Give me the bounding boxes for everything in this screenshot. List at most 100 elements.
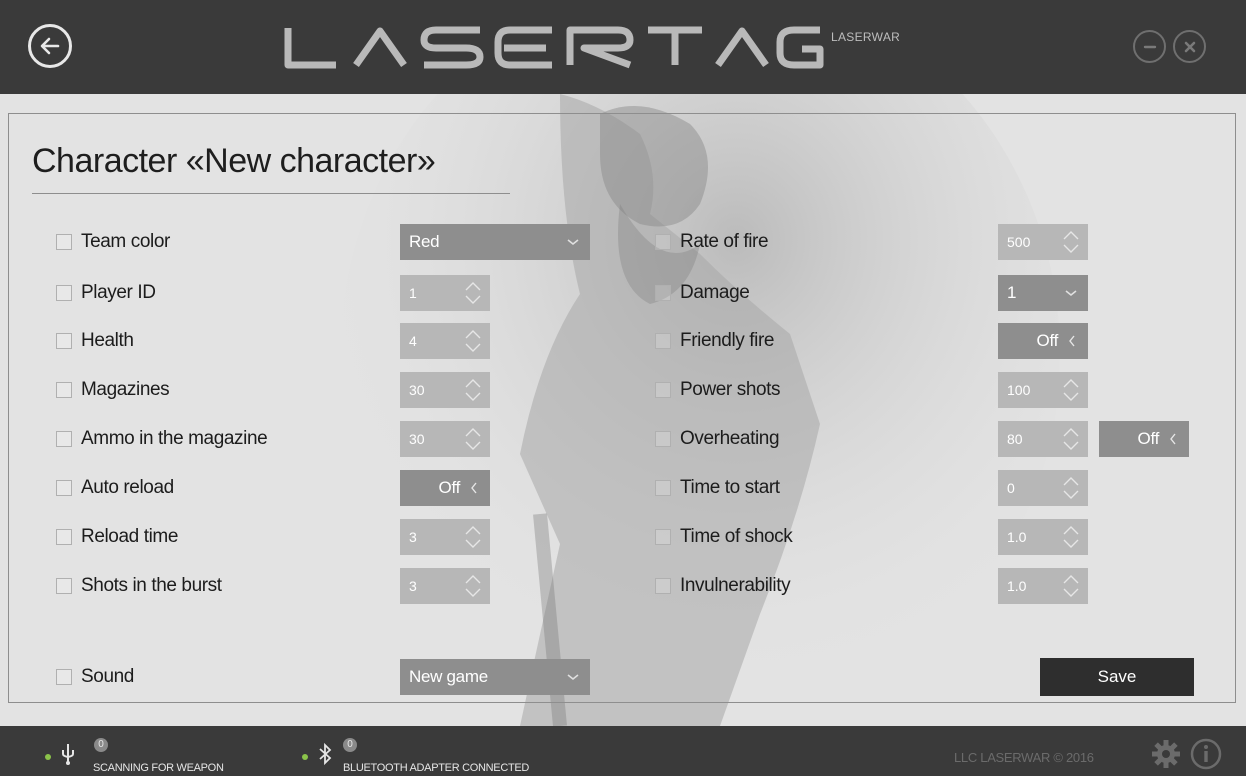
label-time-of-shock: Time of shock xyxy=(680,526,793,547)
checkbox-ammo-in-magazine[interactable] xyxy=(56,431,72,447)
field-shots-in-burst: Shots in the burst xyxy=(56,569,222,603)
power-shots-spinner[interactable]: 100 xyxy=(998,372,1088,408)
health-spinner[interactable]: 4 xyxy=(400,323,490,359)
label-damage: Damage xyxy=(680,282,750,303)
checkbox-invulnerability[interactable] xyxy=(655,578,671,594)
label-auto-reload: Auto reload xyxy=(81,477,174,498)
label-rate-of-fire: Rate of fire xyxy=(680,231,769,252)
time-of-shock-spinner[interactable]: 1.0 xyxy=(998,519,1088,555)
team-color-dropdown[interactable]: Red xyxy=(400,224,590,260)
save-button[interactable]: Save xyxy=(1040,658,1194,696)
minimize-button[interactable] xyxy=(1133,30,1166,63)
label-magazines: Magazines xyxy=(81,379,170,400)
overheating-value: 80 xyxy=(1007,431,1023,447)
checkbox-damage[interactable] xyxy=(655,285,671,301)
checkbox-team-color[interactable] xyxy=(56,234,72,250)
checkbox-auto-reload[interactable] xyxy=(56,480,72,496)
checkbox-time-of-shock[interactable] xyxy=(655,529,671,545)
field-time-to-start: Time to start xyxy=(655,471,780,505)
player-id-spinner[interactable]: 1 xyxy=(400,275,490,311)
player-id-value: 1 xyxy=(409,285,417,301)
field-team-color: Team color xyxy=(56,225,170,259)
checkbox-overheating[interactable] xyxy=(655,431,671,447)
checkbox-shots-in-burst[interactable] xyxy=(56,578,72,594)
lasertag-logo xyxy=(284,26,824,69)
checkbox-power-shots[interactable] xyxy=(655,382,671,398)
label-team-color: Team color xyxy=(81,231,170,252)
checkbox-reload-time[interactable] xyxy=(56,529,72,545)
chevron-left-icon xyxy=(1170,433,1176,445)
close-button[interactable] xyxy=(1173,30,1206,63)
field-invulnerability: Invulnerability xyxy=(655,569,791,603)
copyright-text: LLC LASERWAR © 2016 xyxy=(954,750,1094,765)
magazines-value: 30 xyxy=(409,382,425,398)
checkbox-health[interactable] xyxy=(56,333,72,349)
checkbox-time-to-start[interactable] xyxy=(655,480,671,496)
checkbox-magazines[interactable] xyxy=(56,382,72,398)
spinner-arrows-icon xyxy=(465,575,481,597)
label-friendly-fire: Friendly fire xyxy=(680,330,775,351)
spinner-arrows-icon xyxy=(465,330,481,352)
overheating-toggle[interactable]: Off xyxy=(1099,421,1189,457)
label-reload-time: Reload time xyxy=(81,526,178,547)
label-sound: Sound xyxy=(81,666,134,687)
bluetooth-status-dot xyxy=(302,754,308,760)
label-health: Health xyxy=(81,330,134,351)
spinner-arrows-icon xyxy=(465,379,481,401)
bluetooth-status-text: BLUETOOTH ADAPTER CONNECTED xyxy=(343,762,530,774)
field-magazines: Magazines xyxy=(56,373,170,407)
rate-of-fire-spinner[interactable]: 500 xyxy=(998,224,1088,260)
field-friendly-fire: Friendly fire xyxy=(655,324,774,358)
weapon-status-text: SCANNING FOR WEAPON xyxy=(93,762,224,774)
field-auto-reload: Auto reload xyxy=(56,471,174,505)
checkbox-friendly-fire[interactable] xyxy=(655,333,671,349)
close-icon xyxy=(1184,41,1195,52)
checkbox-player-id[interactable] xyxy=(56,285,72,301)
team-color-value: Red xyxy=(409,232,440,251)
spinner-arrows-icon xyxy=(1063,231,1079,253)
time-of-shock-value: 1.0 xyxy=(1007,529,1027,545)
sound-value: New game xyxy=(409,667,488,686)
spinner-arrows-icon xyxy=(465,428,481,450)
damage-value: 1 xyxy=(1007,283,1017,302)
title-bar: LASERWAR xyxy=(0,0,1246,94)
overheating-spinner[interactable]: 80 xyxy=(998,421,1088,457)
auto-reload-toggle[interactable]: Off xyxy=(400,470,490,506)
friendly-fire-toggle[interactable]: Off xyxy=(998,323,1088,359)
back-button[interactable] xyxy=(28,24,72,68)
field-time-of-shock: Time of shock xyxy=(655,520,793,554)
rate-of-fire-value: 500 xyxy=(1007,234,1031,250)
spinner-arrows-icon xyxy=(465,526,481,548)
sound-dropdown[interactable]: New game xyxy=(400,659,590,695)
spinner-arrows-icon xyxy=(1063,526,1079,548)
label-power-shots: Power shots xyxy=(680,379,781,400)
damage-dropdown[interactable]: 1 xyxy=(998,275,1088,311)
chevron-down-icon xyxy=(1065,290,1077,297)
bluetooth-count-badge: 0 xyxy=(343,738,357,752)
shots-in-burst-value: 3 xyxy=(409,578,417,594)
chevron-left-icon xyxy=(471,482,477,494)
page-title: Character «New character» xyxy=(32,142,436,180)
field-reload-time: Reload time xyxy=(56,520,178,554)
chevron-down-icon xyxy=(567,239,579,246)
ammo-in-magazine-spinner[interactable]: 30 xyxy=(400,421,490,457)
magazines-spinner[interactable]: 30 xyxy=(400,372,490,408)
checkbox-sound[interactable] xyxy=(56,669,72,685)
info-icon[interactable] xyxy=(1190,738,1222,770)
shots-in-burst-spinner[interactable]: 3 xyxy=(400,568,490,604)
spinner-arrows-icon xyxy=(1063,428,1079,450)
invulnerability-spinner[interactable]: 1.0 xyxy=(998,568,1088,604)
field-overheating: Overheating xyxy=(655,422,780,456)
checkbox-rate-of-fire[interactable] xyxy=(655,234,671,250)
bluetooth-icon xyxy=(319,742,332,766)
label-ammo-in-magazine: Ammo in the magazine xyxy=(81,428,268,449)
spinner-arrows-icon xyxy=(1063,379,1079,401)
status-bar: 0 SCANNING FOR WEAPON 0 BLUETOOTH ADAPTE… xyxy=(0,726,1246,776)
gear-icon[interactable] xyxy=(1151,739,1181,769)
reload-time-spinner[interactable]: 3 xyxy=(400,519,490,555)
label-overheating: Overheating xyxy=(680,428,780,449)
spinner-arrows-icon xyxy=(465,282,481,304)
time-to-start-spinner[interactable]: 0 xyxy=(998,470,1088,506)
character-panel xyxy=(8,113,1236,703)
field-damage: Damage xyxy=(655,276,750,310)
